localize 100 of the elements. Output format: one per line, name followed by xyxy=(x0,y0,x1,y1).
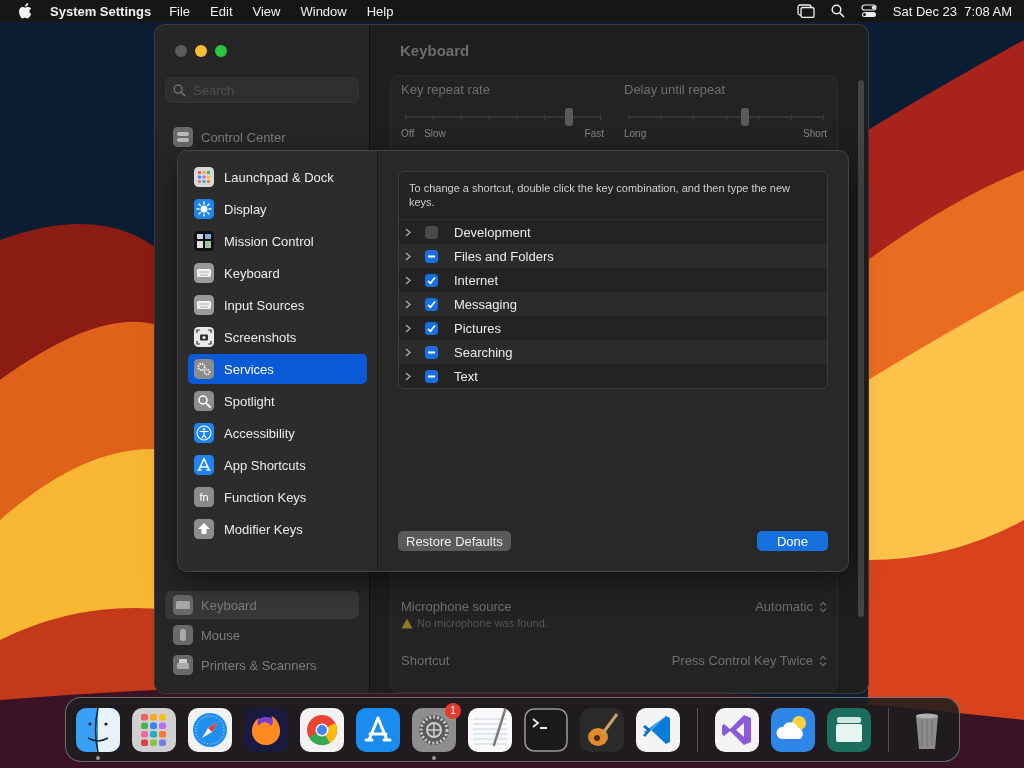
screen-mirroring-icon[interactable] xyxy=(796,4,815,18)
warning-icon xyxy=(401,617,413,629)
checkbox[interactable] xyxy=(425,297,438,311)
app-menu[interactable]: System Settings xyxy=(50,3,152,19)
running-indicator xyxy=(432,755,436,760)
slider[interactable] xyxy=(405,107,600,127)
control-center-icon[interactable] xyxy=(860,4,877,18)
service-label: Text xyxy=(454,368,478,384)
slider[interactable] xyxy=(628,107,823,127)
running-indicator xyxy=(96,755,100,760)
flame-globe-icon[interactable] xyxy=(243,706,289,753)
disclosure-icon[interactable] xyxy=(405,347,411,357)
category-item[interactable]: Accessibility xyxy=(188,418,367,448)
apple-icon[interactable] xyxy=(18,3,32,19)
arrow-up-icon xyxy=(194,519,214,539)
keyboard-icon xyxy=(173,595,193,615)
checkbox[interactable] xyxy=(425,249,438,263)
gears-icon xyxy=(194,359,214,379)
two-tone-app-icon[interactable] xyxy=(75,706,121,753)
window-title: Keyboard xyxy=(399,40,471,61)
scrollbar[interactable] xyxy=(858,80,864,617)
guitar-icon[interactable] xyxy=(579,706,625,753)
category-item[interactable]: Modifier Keys xyxy=(188,514,367,544)
slider-thumb[interactable] xyxy=(741,108,749,126)
app-grid-icon[interactable] xyxy=(131,706,177,753)
hint-text: To change a shortcut, double click the key combination, and then type the new keys. xyxy=(399,172,827,220)
menu-item[interactable]: Help xyxy=(366,3,394,19)
category-item[interactable]: Services xyxy=(188,354,367,384)
menu-item[interactable]: File xyxy=(169,3,191,19)
checkbox[interactable] xyxy=(425,225,438,239)
disclosure-icon[interactable] xyxy=(405,275,411,285)
service-label: Files and Folders xyxy=(454,248,554,264)
zoom-button[interactable] xyxy=(215,45,227,57)
keyboard-icon xyxy=(194,263,214,283)
slider-mark-label: Fast xyxy=(584,128,604,139)
disclosure-icon[interactable] xyxy=(405,299,411,309)
infinity-ribbon-icon[interactable] xyxy=(713,706,760,753)
service-label: Messaging xyxy=(454,296,517,312)
disclosure-icon[interactable] xyxy=(405,227,411,237)
notification-badge: 1 xyxy=(445,702,461,719)
search-icon xyxy=(194,391,214,411)
camera-icon xyxy=(194,327,214,347)
gear-icon[interactable] xyxy=(411,706,457,753)
disclosure-icon[interactable] xyxy=(405,371,411,381)
cloud-sun-icon[interactable] xyxy=(769,706,816,753)
minimize-button[interactable] xyxy=(195,45,207,57)
notepad-icon[interactable] xyxy=(467,706,513,753)
sidebar-item[interactable]: Control Center xyxy=(165,123,359,151)
menu-item[interactable]: Window xyxy=(300,3,347,19)
terminal-icon[interactable] xyxy=(523,706,569,753)
app-grid-icon xyxy=(194,167,214,187)
sun-icon xyxy=(194,199,214,219)
category-item[interactable]: Launchpad & Dock xyxy=(188,162,367,192)
slider-thumb[interactable] xyxy=(564,108,573,126)
checkbox[interactable] xyxy=(425,369,438,383)
category-item[interactable]: fn Function Keys xyxy=(188,482,367,512)
updown-chevron-icon xyxy=(819,654,827,667)
service-label: Pictures xyxy=(454,320,501,336)
printer-icon xyxy=(173,655,193,675)
sidebar-item[interactable]: Printers & Scanners xyxy=(165,651,359,679)
menu-item[interactable]: View xyxy=(252,3,281,19)
keyboard-icon xyxy=(194,295,214,315)
category-item[interactable]: Input Sources xyxy=(188,290,367,320)
slider-mark-label: Off xyxy=(401,128,415,139)
checkbox[interactable] xyxy=(425,345,438,359)
compass-icon[interactable] xyxy=(187,706,233,753)
fn-key-icon: fn xyxy=(194,487,214,507)
windows-icon xyxy=(194,231,214,251)
a-shape-icon xyxy=(194,455,214,475)
category-item[interactable]: Spotlight xyxy=(188,386,367,416)
menu-item[interactable]: Edit xyxy=(210,3,233,19)
file-stack-icon[interactable] xyxy=(825,706,872,753)
slider-mark-label: Slow xyxy=(424,128,446,139)
service-label: Searching xyxy=(454,344,513,360)
disclosure-icon[interactable] xyxy=(405,251,411,261)
slider-label: Key repeat rate xyxy=(401,82,491,97)
a-shape-icon[interactable] xyxy=(355,706,401,753)
service-label: Internet xyxy=(454,272,499,288)
accessibility-icon xyxy=(194,423,214,443)
setting-label: Microphone source xyxy=(401,599,512,614)
category-item[interactable]: Display xyxy=(188,194,367,224)
restore-defaults-button[interactable]: Restore Defaults xyxy=(398,531,511,551)
checkbox[interactable] xyxy=(425,321,438,335)
checkbox[interactable] xyxy=(425,273,438,287)
search-icon[interactable] xyxy=(830,4,845,18)
category-item[interactable]: Screenshots xyxy=(188,322,367,352)
menu-clock[interactable]: Sat Dec 23 7:08 AM xyxy=(892,3,1012,19)
done-button[interactable]: Done xyxy=(756,531,828,551)
toggles-icon xyxy=(173,127,193,147)
mouse-icon xyxy=(173,625,193,645)
slider-label: Delay until repeat xyxy=(624,82,727,97)
slider-mark-label: Long xyxy=(624,128,647,139)
sidebar-item[interactable]: Mouse xyxy=(165,621,359,649)
category-item[interactable]: App Shortcuts xyxy=(188,450,367,480)
category-item[interactable]: Mission Control xyxy=(188,226,367,256)
disclosure-icon[interactable] xyxy=(405,323,411,333)
category-item[interactable]: Keyboard xyxy=(188,258,367,288)
slider-mark-label: Short xyxy=(803,128,827,139)
service-label: Development xyxy=(454,224,531,240)
chevron-ribbon-icon[interactable] xyxy=(635,706,681,753)
